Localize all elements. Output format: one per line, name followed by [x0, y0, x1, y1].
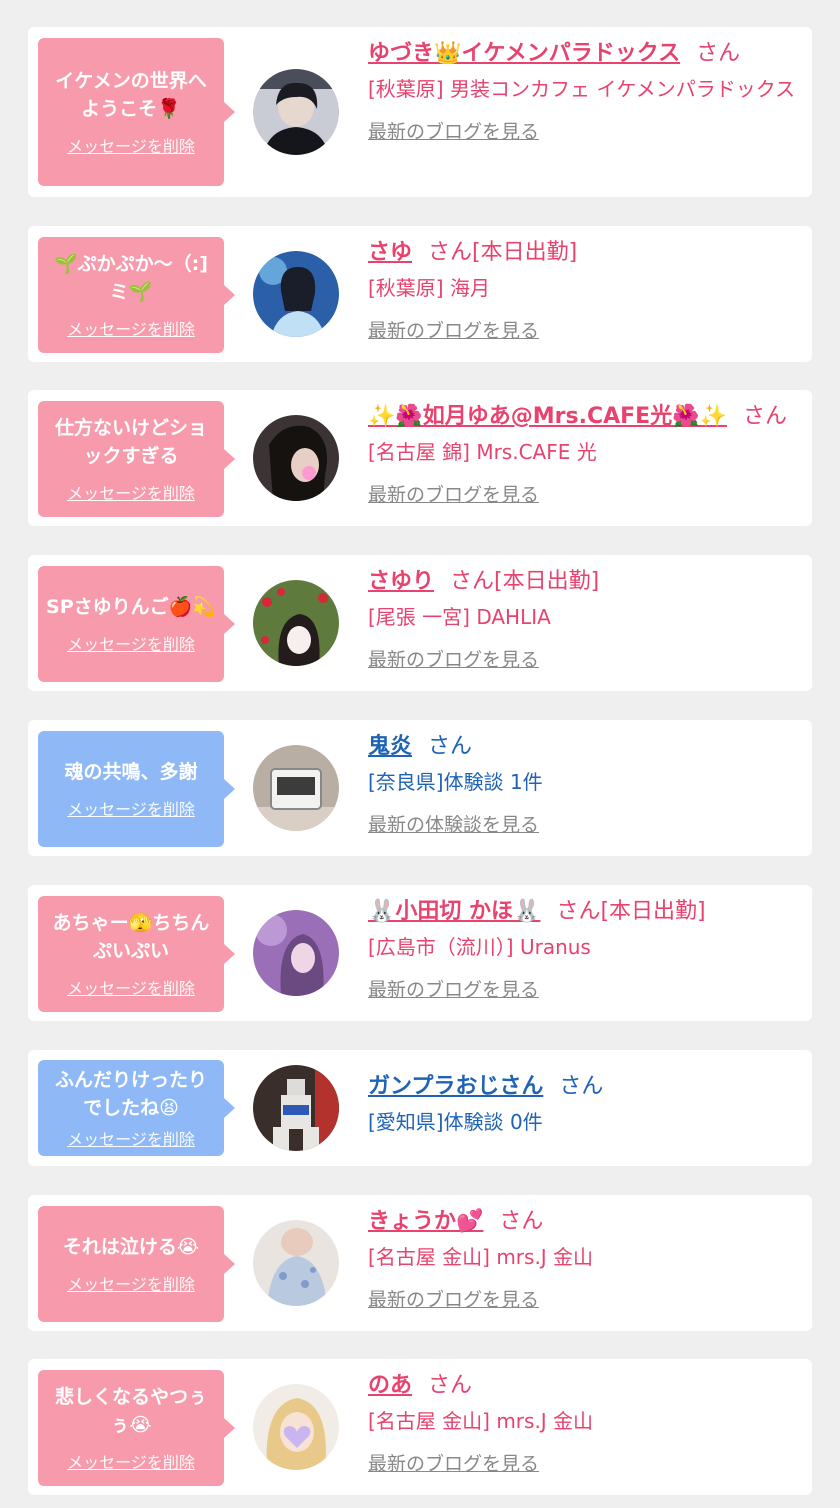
avatar-photo-icon [253, 580, 339, 666]
delete-message-link[interactable]: メッセージを削除 [67, 1449, 195, 1473]
message-card: 悲しくなるやつぅぅ😭 メッセージを削除 のあ さん [名古屋 金山] mrs.J … [28, 1359, 812, 1495]
avatar[interactable] [253, 251, 339, 337]
message-bubble: それは泣ける😭 メッセージを削除 [38, 1206, 235, 1322]
name-suffix: さん[本日出勤] [556, 899, 706, 924]
profile-name-link[interactable]: 🐰小田切 かほ🐰 [368, 899, 540, 924]
profile-info: さゆり さん[本日出勤] [尾張 一宮] DAHLIA 最新のブログを見る [368, 567, 796, 672]
shop-info: [秋葉原] 海月 [368, 276, 490, 300]
delete-message-link[interactable]: メッセージを削除 [67, 796, 195, 820]
delete-message-link[interactable]: メッセージを削除 [67, 1271, 195, 1295]
message-card: 🌱ぷかぷか～（:]ミ🌱 メッセージを削除 さゆ さん[本日出勤] [秋葉原] 海月… [28, 226, 812, 362]
avatar[interactable] [253, 580, 339, 666]
latest-blog-link[interactable]: 最新のブログを見る [368, 645, 539, 672]
delete-message-link[interactable]: メッセージを削除 [67, 316, 195, 340]
profile-info: のあ さん [名古屋 金山] mrs.J 金山 最新のブログを見る [368, 1371, 796, 1476]
profile-info: 🐰小田切 かほ🐰 さん[本日出勤] [広島市（流川）] Uranus 最新のブログ… [368, 897, 796, 1002]
profile-name-link[interactable]: さゆり [368, 569, 434, 594]
shop-info: [名古屋 金山] mrs.J 金山 [368, 1409, 594, 1433]
profile-name-link[interactable]: きょうか💕 [368, 1209, 483, 1234]
profile-name-link[interactable]: 鬼炎 [368, 734, 412, 759]
latest-blog-link[interactable]: 最新のブログを見る [368, 1285, 539, 1312]
delete-message-link[interactable]: メッセージを削除 [67, 133, 195, 157]
message-card: ふんだりけったりでしたね😫 メッセージを削除 ガンプラおじさん さん [愛知県]体… [28, 1050, 812, 1166]
avatar[interactable] [253, 1384, 339, 1470]
profile-info: ガンプラおじさん さん [愛知県]体験談 0件 [368, 1072, 796, 1138]
message-card: イケメンの世界へようこそ🌹 メッセージを削除 ゆづき👑イケメンパラドックス さん … [28, 27, 812, 197]
name-suffix: さん [743, 404, 788, 429]
profile-info: ゆづき👑イケメンパラドックス さん [秋葉原] 男装コンカフェ イケメンパラドック… [368, 39, 796, 144]
avatar-photo-icon [253, 1220, 339, 1306]
avatar[interactable] [253, 1065, 339, 1151]
profile-info: さゆ さん[本日出勤] [秋葉原] 海月 最新のブログを見る [368, 238, 796, 343]
avatar[interactable] [253, 910, 339, 996]
name-suffix: さん [428, 1373, 473, 1398]
message-text: 魂の共鳴、多謝 [64, 761, 198, 783]
avatar[interactable] [253, 745, 339, 831]
message-text: ふんだりけったりでしたね😫 [54, 1069, 207, 1119]
message-text: イケメンの世界へようこそ🌹 [55, 70, 207, 120]
latest-review-link[interactable]: 最新の体験談を見る [368, 810, 539, 837]
message-bubble: 悲しくなるやつぅぅ😭 メッセージを削除 [38, 1370, 235, 1486]
message-bubble: 仕方ないけどショックすぎる メッセージを削除 [38, 401, 235, 517]
profile-name-link[interactable]: ガンプラおじさん [368, 1074, 543, 1099]
message-list: イケメンの世界へようこそ🌹 メッセージを削除 ゆづき👑イケメンパラドックス さん … [0, 0, 840, 1508]
profile-name-link[interactable]: ✨🌺如月ゆあ@Mrs.CAFE光🌺✨ [368, 404, 727, 429]
avatar-photo-icon [253, 415, 339, 501]
shop-info: [名古屋 錦] Mrs.CAFE 光 [368, 440, 597, 464]
profile-info: 鬼炎 さん [奈良県]体験談 1件 最新の体験談を見る [368, 732, 796, 837]
message-text: あちゃー🫣ちちんぷいぷい [52, 912, 210, 962]
message-card: それは泣ける😭 メッセージを削除 きょうか💕 さん [名古屋 金山] mrs.J … [28, 1195, 812, 1331]
latest-blog-link[interactable]: 最新のブログを見る [368, 117, 539, 144]
delete-message-link[interactable]: メッセージを削除 [67, 1126, 195, 1150]
message-bubble: SPさゆりんご🍎💫 メッセージを削除 [38, 566, 235, 682]
shop-info: [尾張 一宮] DAHLIA [368, 605, 551, 629]
name-suffix: さん[本日出勤] [428, 240, 578, 265]
avatar-photo-icon [253, 1065, 339, 1151]
shop-info: [名古屋 金山] mrs.J 金山 [368, 1245, 594, 1269]
avatar-photo-icon [253, 745, 339, 831]
name-suffix: さん [559, 1074, 604, 1099]
profile-name-link[interactable]: さゆ [368, 240, 412, 265]
avatar-photo-icon [253, 251, 339, 337]
latest-blog-link[interactable]: 最新のブログを見る [368, 1449, 539, 1476]
avatar-photo-icon [253, 69, 339, 155]
message-card: あちゃー🫣ちちんぷいぷい メッセージを削除 🐰小田切 かほ🐰 さん[本日出勤] [… [28, 885, 812, 1021]
latest-blog-link[interactable]: 最新のブログを見る [368, 480, 539, 507]
avatar-photo-icon [253, 910, 339, 996]
delete-message-link[interactable]: メッセージを削除 [67, 480, 195, 504]
message-text: それは泣ける😭 [62, 1236, 200, 1258]
message-text: SPさゆりんご🍎💫 [46, 596, 216, 618]
profile-name-link[interactable]: ゆづき👑イケメンパラドックス [368, 41, 680, 66]
latest-blog-link[interactable]: 最新のブログを見る [368, 975, 539, 1002]
profile-info: きょうか💕 さん [名古屋 金山] mrs.J 金山 最新のブログを見る [368, 1207, 796, 1312]
message-bubble: あちゃー🫣ちちんぷいぷい メッセージを削除 [38, 896, 235, 1012]
shop-info: [奈良県]体験談 1件 [368, 770, 543, 794]
avatar[interactable] [253, 1220, 339, 1306]
message-bubble: 🌱ぷかぷか～（:]ミ🌱 メッセージを削除 [38, 237, 235, 353]
shop-info: [愛知県]体験談 0件 [368, 1110, 543, 1134]
message-text: 🌱ぷかぷか～（:]ミ🌱 [54, 253, 208, 303]
shop-info: [広島市（流川）] Uranus [368, 935, 591, 959]
name-suffix: さん [428, 734, 473, 759]
message-bubble: イケメンの世界へようこそ🌹 メッセージを削除 [38, 38, 235, 186]
name-suffix: さん[本日出勤] [450, 569, 600, 594]
message-card: SPさゆりんご🍎💫 メッセージを削除 さゆり さん[本日出勤] [尾張 一宮] D… [28, 555, 812, 691]
message-card: 仕方ないけどショックすぎる メッセージを削除 ✨🌺如月ゆあ@Mrs.CAFE光🌺… [28, 390, 812, 526]
message-text: 悲しくなるやつぅぅ😭 [54, 1386, 207, 1436]
message-bubble: 魂の共鳴、多謝 メッセージを削除 [38, 731, 235, 847]
latest-blog-link[interactable]: 最新のブログを見る [368, 316, 539, 343]
name-suffix: さん [696, 41, 741, 66]
message-bubble: ふんだりけったりでしたね😫 メッセージを削除 [38, 1060, 235, 1156]
shop-info: [秋葉原] 男装コンカフェ イケメンパラドックス [368, 77, 796, 101]
delete-message-link[interactable]: メッセージを削除 [67, 975, 195, 999]
avatar-photo-icon [253, 1384, 339, 1470]
delete-message-link[interactable]: メッセージを削除 [67, 631, 195, 655]
avatar[interactable] [253, 415, 339, 501]
message-card: 魂の共鳴、多謝 メッセージを削除 鬼炎 さん [奈良県]体験談 1件 最新の体験談… [28, 720, 812, 856]
profile-name-link[interactable]: のあ [368, 1373, 412, 1398]
avatar[interactable] [253, 69, 339, 155]
profile-info: ✨🌺如月ゆあ@Mrs.CAFE光🌺✨ さん [名古屋 錦] Mrs.CAFE 光 … [368, 402, 796, 507]
message-text: 仕方ないけどショックすぎる [54, 417, 207, 467]
name-suffix: さん [499, 1209, 544, 1234]
